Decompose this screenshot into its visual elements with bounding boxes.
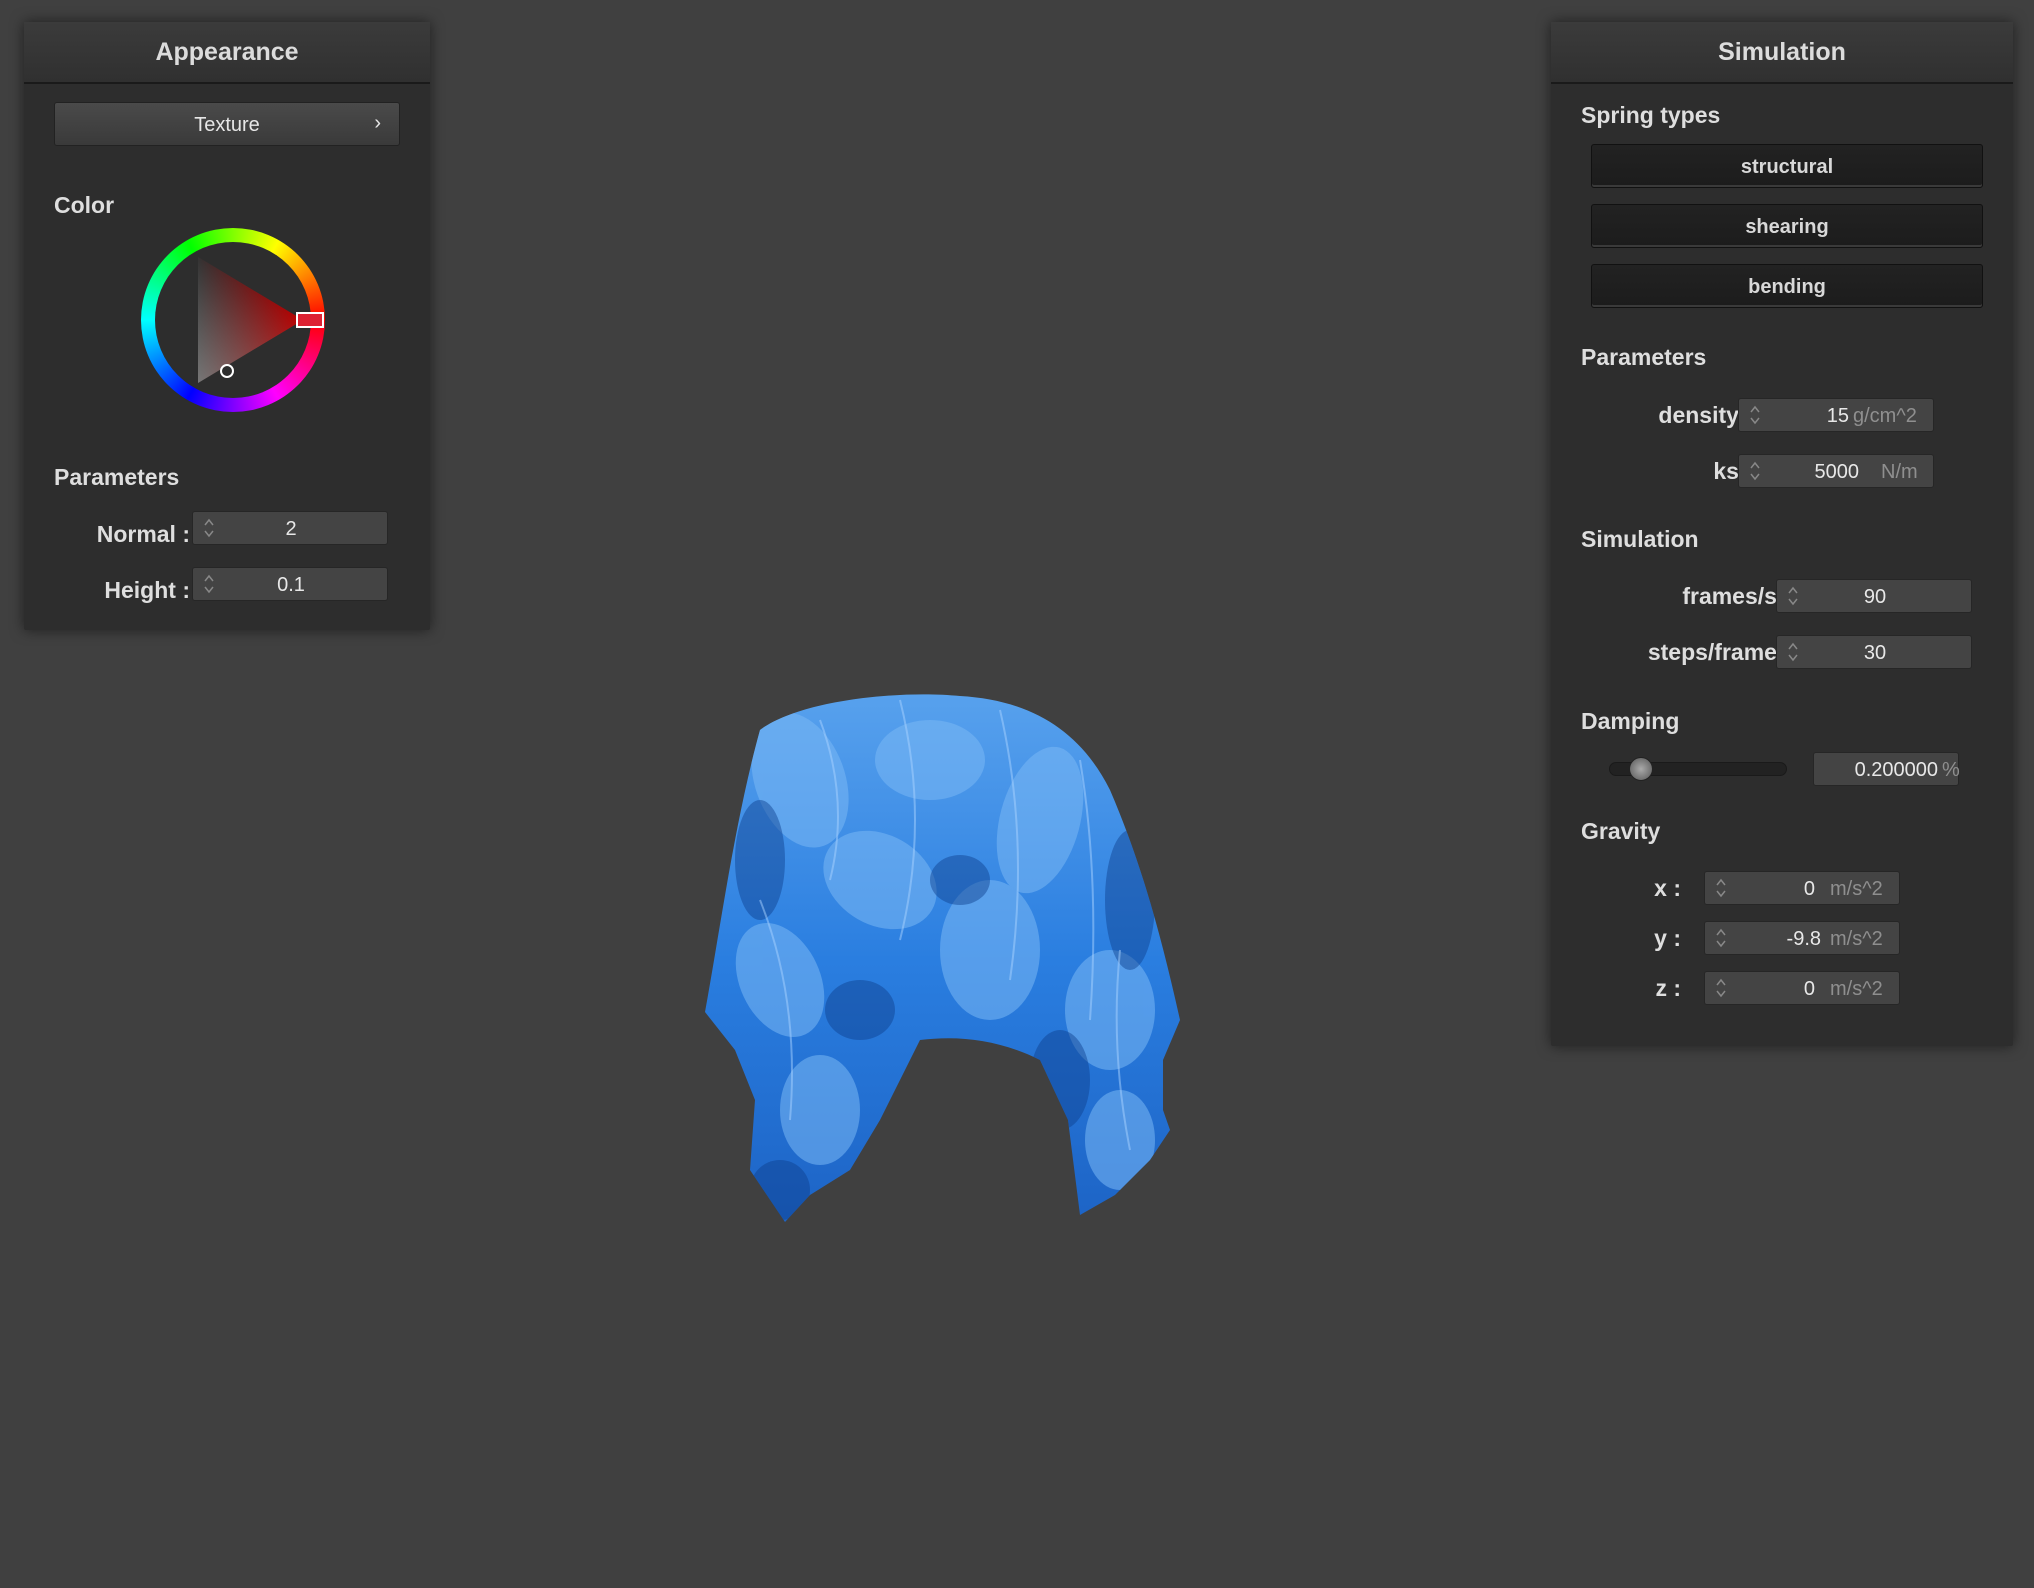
bending-toggle[interactable]: bending <box>1591 264 1983 308</box>
gravity-z-unit: m/s^2 <box>1830 978 1883 1000</box>
fps-value: 90 <box>1863 586 1887 608</box>
density-value: 15 <box>1826 405 1849 427</box>
gravity-label: Gravity <box>1581 818 1661 844</box>
damping-unit: % <box>1942 759 1960 781</box>
normal-spinbox[interactable]: 2 <box>192 511 388 545</box>
color-wheel-icon[interactable] <box>141 228 325 412</box>
gravity-z-value: 0 <box>1803 978 1815 1000</box>
appearance-params-label: Parameters <box>54 464 180 490</box>
appearance-panel: Appearance Texture › Color Parameters No… <box>24 22 430 630</box>
normal-label: Normal : <box>96 521 190 547</box>
gravity-y-value: -9.8 <box>1786 928 1821 950</box>
height-label: Height : <box>104 577 190 603</box>
steps-spinbox[interactable]: 30 <box>1776 635 1972 669</box>
steps-label: steps/frame : <box>1647 639 1791 665</box>
ks-spinbox[interactable]: 5000 N/m <box>1738 454 1934 488</box>
gravity-z-label: z : <box>1655 975 1681 1001</box>
damping-label: Damping <box>1581 708 1680 734</box>
density-label: density : <box>1658 402 1753 428</box>
simulation-panel: Simulation Spring types structural shear… <box>1551 22 2013 1046</box>
appearance-title: Appearance <box>24 22 430 84</box>
height-value: 0.1 <box>277 574 305 596</box>
density-unit: g/cm^2 <box>1853 405 1917 427</box>
chevron-right-icon: › <box>374 112 381 134</box>
gravity-y-unit: m/s^2 <box>1830 928 1883 950</box>
gravity-x-value: 0 <box>1803 878 1815 900</box>
gravity-y-spinbox[interactable]: -9.8 m/s^2 <box>1704 921 1900 955</box>
fps-spinbox[interactable]: 90 <box>1776 579 1972 613</box>
damping-value: 0.200000 <box>1854 759 1938 781</box>
ks-label: ks : <box>1713 458 1753 484</box>
simulation-title: Simulation <box>1551 22 2013 84</box>
steps-value: 30 <box>1863 642 1887 664</box>
color-label: Color <box>54 192 115 218</box>
damping-field[interactable]: 0.200000 % <box>1813 752 1960 786</box>
sim-params-label: Parameters <box>1581 344 1707 370</box>
gravity-x-label: x : <box>1654 875 1681 901</box>
shearing-toggle[interactable]: shearing <box>1591 204 1983 248</box>
spring-types-label: Spring types <box>1581 102 1721 128</box>
structural-toggle[interactable]: structural <box>1591 144 1983 188</box>
damping-slider[interactable] <box>1609 757 1787 781</box>
gravity-x-spinbox[interactable]: 0 m/s^2 <box>1704 871 1900 905</box>
texture-button[interactable]: Texture › <box>54 102 400 146</box>
normal-value: 2 <box>285 518 297 540</box>
height-spinbox[interactable]: 0.1 <box>192 567 388 601</box>
gravity-y-label: y : <box>1654 925 1681 951</box>
gravity-z-spinbox[interactable]: 0 m/s^2 <box>1704 971 1900 1005</box>
ks-unit: N/m <box>1881 461 1918 483</box>
ks-value: 5000 <box>1814 461 1860 483</box>
damping-slider-handle[interactable] <box>1629 757 1653 781</box>
sim-sim-label: Simulation <box>1581 526 1699 552</box>
fps-label: frames/s : <box>1682 583 1791 609</box>
density-spinbox[interactable]: 15 g/cm^2 <box>1738 398 1934 432</box>
texture-button-label: Texture <box>194 114 260 136</box>
gravity-x-unit: m/s^2 <box>1830 878 1883 900</box>
